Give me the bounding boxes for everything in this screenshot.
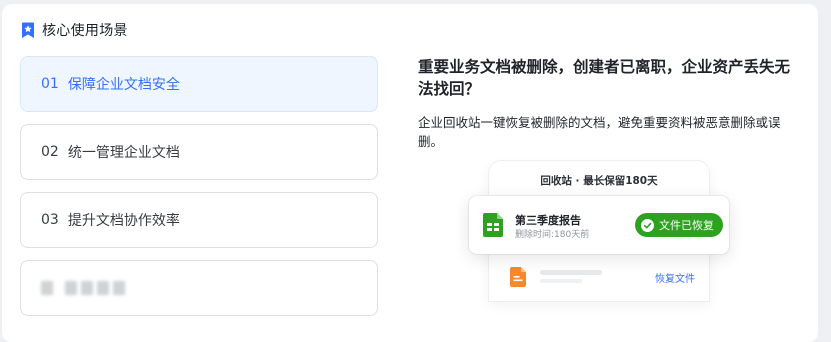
scenario-detail: 重要业务文档被删除，创建者已离职，企业资产丢失无法找回？ 企业回收站一键恢复被删… bbox=[418, 56, 798, 151]
blurred-label bbox=[41, 281, 125, 295]
detail-headline: 重要业务文档被删除，创建者已离职，企业资产丢失无法找回？ bbox=[418, 58, 791, 98]
detail-description: 企业回收站一键恢复被删除的文档，避免重要资料被恶意删除或误删。 bbox=[418, 115, 781, 149]
doc-file-icon bbox=[510, 267, 526, 287]
section-title: 核心使用场景 bbox=[42, 23, 128, 39]
tab-number: 02 bbox=[41, 144, 59, 160]
tab-unified-management[interactable]: 02 统一管理企业文档 bbox=[20, 124, 378, 180]
bookmark-star-icon bbox=[22, 22, 34, 38]
restored-file-card: 第三季度报告 删除时间:180天前 文件已恢复 bbox=[469, 196, 729, 254]
restored-badge-label: 文件已恢复 bbox=[659, 219, 714, 232]
tab-label: 保障企业文档安全 bbox=[67, 77, 180, 93]
tab-document-security[interactable]: 01 保障企业文档安全 bbox=[20, 56, 378, 112]
sheet-file-icon bbox=[483, 213, 503, 237]
tab-label: 统一管理企业文档 bbox=[67, 145, 180, 161]
tab-number: 03 bbox=[41, 212, 59, 228]
file-name: 第三季度报告 bbox=[515, 214, 581, 227]
restored-badge: 文件已恢复 bbox=[635, 213, 723, 237]
file-deleted-time: 删除时间:180天前 bbox=[515, 230, 590, 240]
tab-label: 提升文档协作效率 bbox=[67, 213, 180, 229]
tab-redacted[interactable] bbox=[20, 260, 378, 316]
tab-number: 01 bbox=[41, 76, 59, 92]
tab-collaboration-efficiency[interactable]: 03 提升文档协作效率 bbox=[20, 192, 378, 248]
recycle-bin-title: 回收站 · 最长保留180天 bbox=[540, 175, 658, 187]
deleted-file-row: 恢复文件 bbox=[508, 265, 698, 289]
placeholder-line bbox=[540, 270, 602, 275]
check-circle-icon bbox=[641, 218, 654, 232]
section-header: 核心使用场景 bbox=[21, 19, 128, 41]
restore-file-link[interactable]: 恢复文件 bbox=[655, 270, 695, 285]
placeholder-line bbox=[540, 279, 582, 283]
